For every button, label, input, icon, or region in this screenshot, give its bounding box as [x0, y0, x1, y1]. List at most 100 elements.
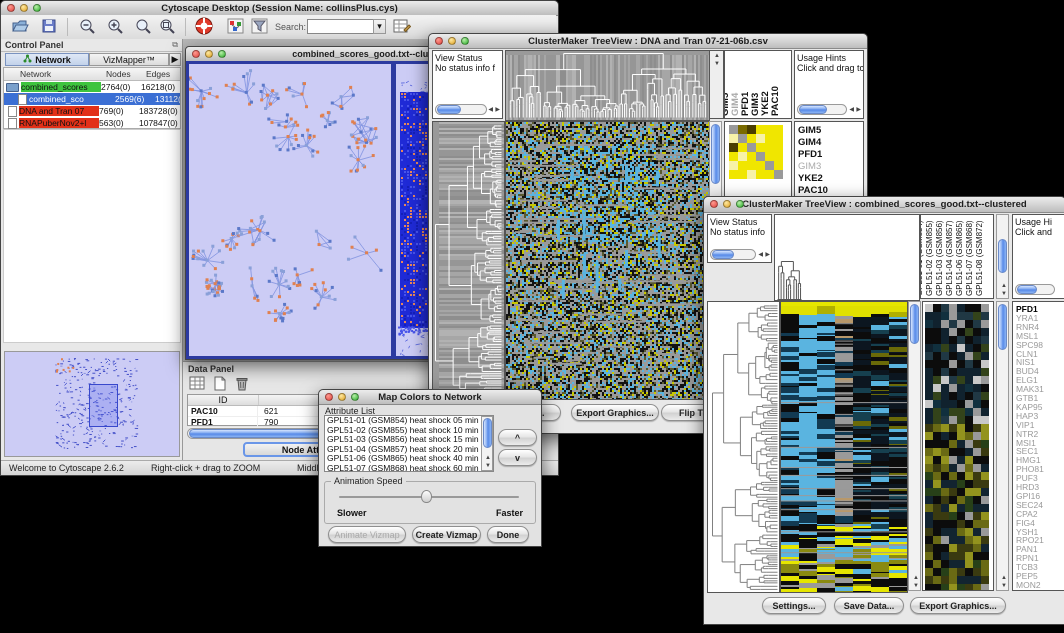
view-status-title: View Status [435, 53, 502, 63]
zoom-button[interactable] [33, 4, 41, 12]
filter-icon[interactable] [251, 18, 268, 36]
zoom-out-icon[interactable] [79, 18, 97, 37]
tv2-column-label[interactable]: GPL51-08 (GSM872) [975, 220, 984, 296]
search-input[interactable] [307, 19, 375, 34]
minimize-button[interactable] [723, 200, 731, 208]
close-button[interactable] [710, 200, 718, 208]
tv1-row-label[interactable]: GIM3 [798, 161, 821, 172]
open-icon[interactable] [11, 18, 29, 36]
tab-overflow-arrow[interactable]: ▶ [169, 53, 181, 66]
network-tree-row[interactable]: combined_scores2764(0)16218(0) [4, 81, 180, 93]
close-button[interactable] [325, 393, 333, 401]
tv1-row-label[interactable]: PAC10 [798, 185, 828, 196]
save-icon[interactable] [41, 18, 57, 36]
tv2-hints-hscrollbar[interactable] [1015, 284, 1055, 295]
minimize-button[interactable] [338, 393, 346, 401]
tv1-col-scroll-strip[interactable]: ▲▼ [709, 50, 724, 119]
tab-vizmapper[interactable]: VizMapper™ [89, 53, 169, 66]
treeview2-title-bar[interactable]: ClusterMaker TreeView : combined_scores_… [704, 197, 1064, 213]
tv2-column-label[interactable]: GPL51-01 (GSM854) [920, 220, 924, 296]
network-graph-canvas[interactable] [189, 64, 391, 356]
tv1-row-label[interactable]: GIM4 [798, 137, 821, 148]
animation-speed-label: Animation Speed [331, 476, 406, 486]
map-dialog-title-bar[interactable]: Map Colors to Network [319, 390, 541, 405]
help-ring-icon[interactable] [195, 17, 214, 38]
zoom-in-icon[interactable] [107, 18, 125, 37]
zoom-button[interactable] [736, 200, 744, 208]
close-button[interactable] [7, 4, 15, 12]
tv1-row-label[interactable]: GIM5 [798, 125, 821, 136]
create-vizmap-button[interactable]: Create Vizmap [412, 526, 481, 543]
tv1-status-hscrollbar[interactable] [435, 104, 487, 115]
animation-slider-thumb[interactable] [421, 490, 432, 503]
zoom-actual-icon[interactable] [135, 18, 153, 37]
network-tree-row[interactable]: combined_sco2569(6)13112(15) [4, 93, 180, 105]
slider-slower-label: Slower [337, 508, 367, 518]
network-overview-panel[interactable] [4, 351, 180, 457]
tv2-heatmap-vscrollbar[interactable]: ▲▼ [908, 301, 921, 591]
tv2-zoom-panel [922, 301, 994, 591]
attribute-list-item[interactable]: GPL51-07 (GSM868) heat shock 60 min [325, 464, 493, 472]
save-data--button[interactable]: Save Data... [834, 597, 904, 614]
network-tree-row[interactable]: RNAPuberNov2+l563(0)107847(0) [4, 117, 180, 129]
delete-attribute-icon[interactable] [235, 376, 249, 393]
col-network[interactable]: Network [20, 69, 106, 79]
vizmapper-icon[interactable] [227, 18, 244, 36]
tv2-gene-label[interactable]: MON2 [1016, 580, 1041, 590]
mini-heatmap-cell [729, 170, 738, 179]
row-id: PAC10 [188, 406, 258, 416]
tv1-mini-heatmap[interactable] [729, 125, 783, 179]
tv2-zoom-vscrollbar[interactable]: ▲▼ [996, 301, 1009, 591]
tv2-column-label[interactable]: GPL51-04 (GSM857) [945, 220, 954, 296]
search-dropdown-button[interactable]: ▾ [373, 19, 386, 34]
zoom-fit-icon[interactable] [159, 18, 177, 37]
new-attribute-icon[interactable] [213, 376, 227, 393]
attribute-editor-icon[interactable] [393, 18, 411, 36]
tv2-column-label[interactable]: GPL51-06 (GSM865) [955, 220, 964, 296]
float-panel-icon[interactable]: ⧉ [172, 40, 178, 50]
done-button[interactable]: Done [487, 526, 529, 543]
tv1-hints-hscrollbar[interactable] [797, 104, 847, 115]
tv2-zoom-heatmap[interactable] [925, 304, 989, 590]
tv1-row-dendrogram[interactable] [432, 121, 505, 400]
tv2-column-label[interactable]: GPL51-02 (GSM855) [925, 220, 934, 296]
zoom-button[interactable] [218, 50, 226, 58]
close-button[interactable] [192, 50, 200, 58]
tv1-heatmap[interactable] [505, 121, 710, 400]
col-nodes[interactable]: Nodes [106, 69, 146, 79]
tv2-column-label[interactable]: GPL51-03 (GSM856) [935, 220, 944, 296]
attribute-list-vscrollbar[interactable]: ▲▼ [481, 416, 493, 471]
move-up-button[interactable]: ^ [498, 429, 537, 446]
minimize-button[interactable] [20, 4, 28, 12]
main-title-bar[interactable]: Cytoscape Desktop (Session Name: collins… [1, 1, 558, 16]
tab-network[interactable]: Network [5, 53, 89, 66]
tv1-row-label[interactable]: YKE2 [798, 173, 823, 184]
tv1-row-label[interactable]: PFD1 [798, 149, 822, 160]
mini-heatmap-cell [774, 152, 783, 161]
tv2-column-label[interactable]: GPL51-07 (GSM868) [965, 220, 974, 296]
tv2-collabel-vscrollbar[interactable]: ▲▼ [996, 214, 1009, 299]
tv1-column-dendrogram[interactable] [505, 50, 710, 121]
tv2-row-dendrogram[interactable] [707, 301, 780, 593]
tv2-status-hscrollbar[interactable] [710, 249, 756, 260]
zoom-button[interactable] [351, 393, 359, 401]
export-graphics--button[interactable]: Export Graphics... [910, 597, 1006, 614]
move-down-button[interactable]: v [498, 449, 537, 466]
tv2-column-dendrogram[interactable] [774, 214, 920, 301]
network-tree-row[interactable]: DNA and Tran 07769(0)183728(0) [4, 105, 180, 117]
main-window-title: Cytoscape Desktop (Session Name: collins… [161, 3, 398, 14]
table-select-icon[interactable] [189, 376, 206, 393]
map-dialog-title: Map Colors to Network [378, 392, 481, 403]
tv2-heatmap[interactable] [780, 301, 908, 593]
tv1-column-label[interactable]: PAC10 [770, 86, 781, 116]
attribute-listbox[interactable]: GPL51-01 (GSM854) heat shock 05 minGPL51… [324, 415, 494, 472]
zoom-button[interactable] [461, 37, 469, 45]
minimize-button[interactable] [205, 50, 213, 58]
dp-col-id[interactable]: ID [188, 395, 259, 405]
minimize-button[interactable] [448, 37, 456, 45]
close-button[interactable] [435, 37, 443, 45]
export-graphics--button[interactable]: Export Graphics... [571, 404, 659, 421]
treeview1-title-bar[interactable]: ClusterMaker TreeView : DNA and Tran 07-… [429, 34, 867, 49]
settings--button[interactable]: Settings... [762, 597, 826, 614]
col-edges[interactable]: Edges [146, 69, 180, 79]
